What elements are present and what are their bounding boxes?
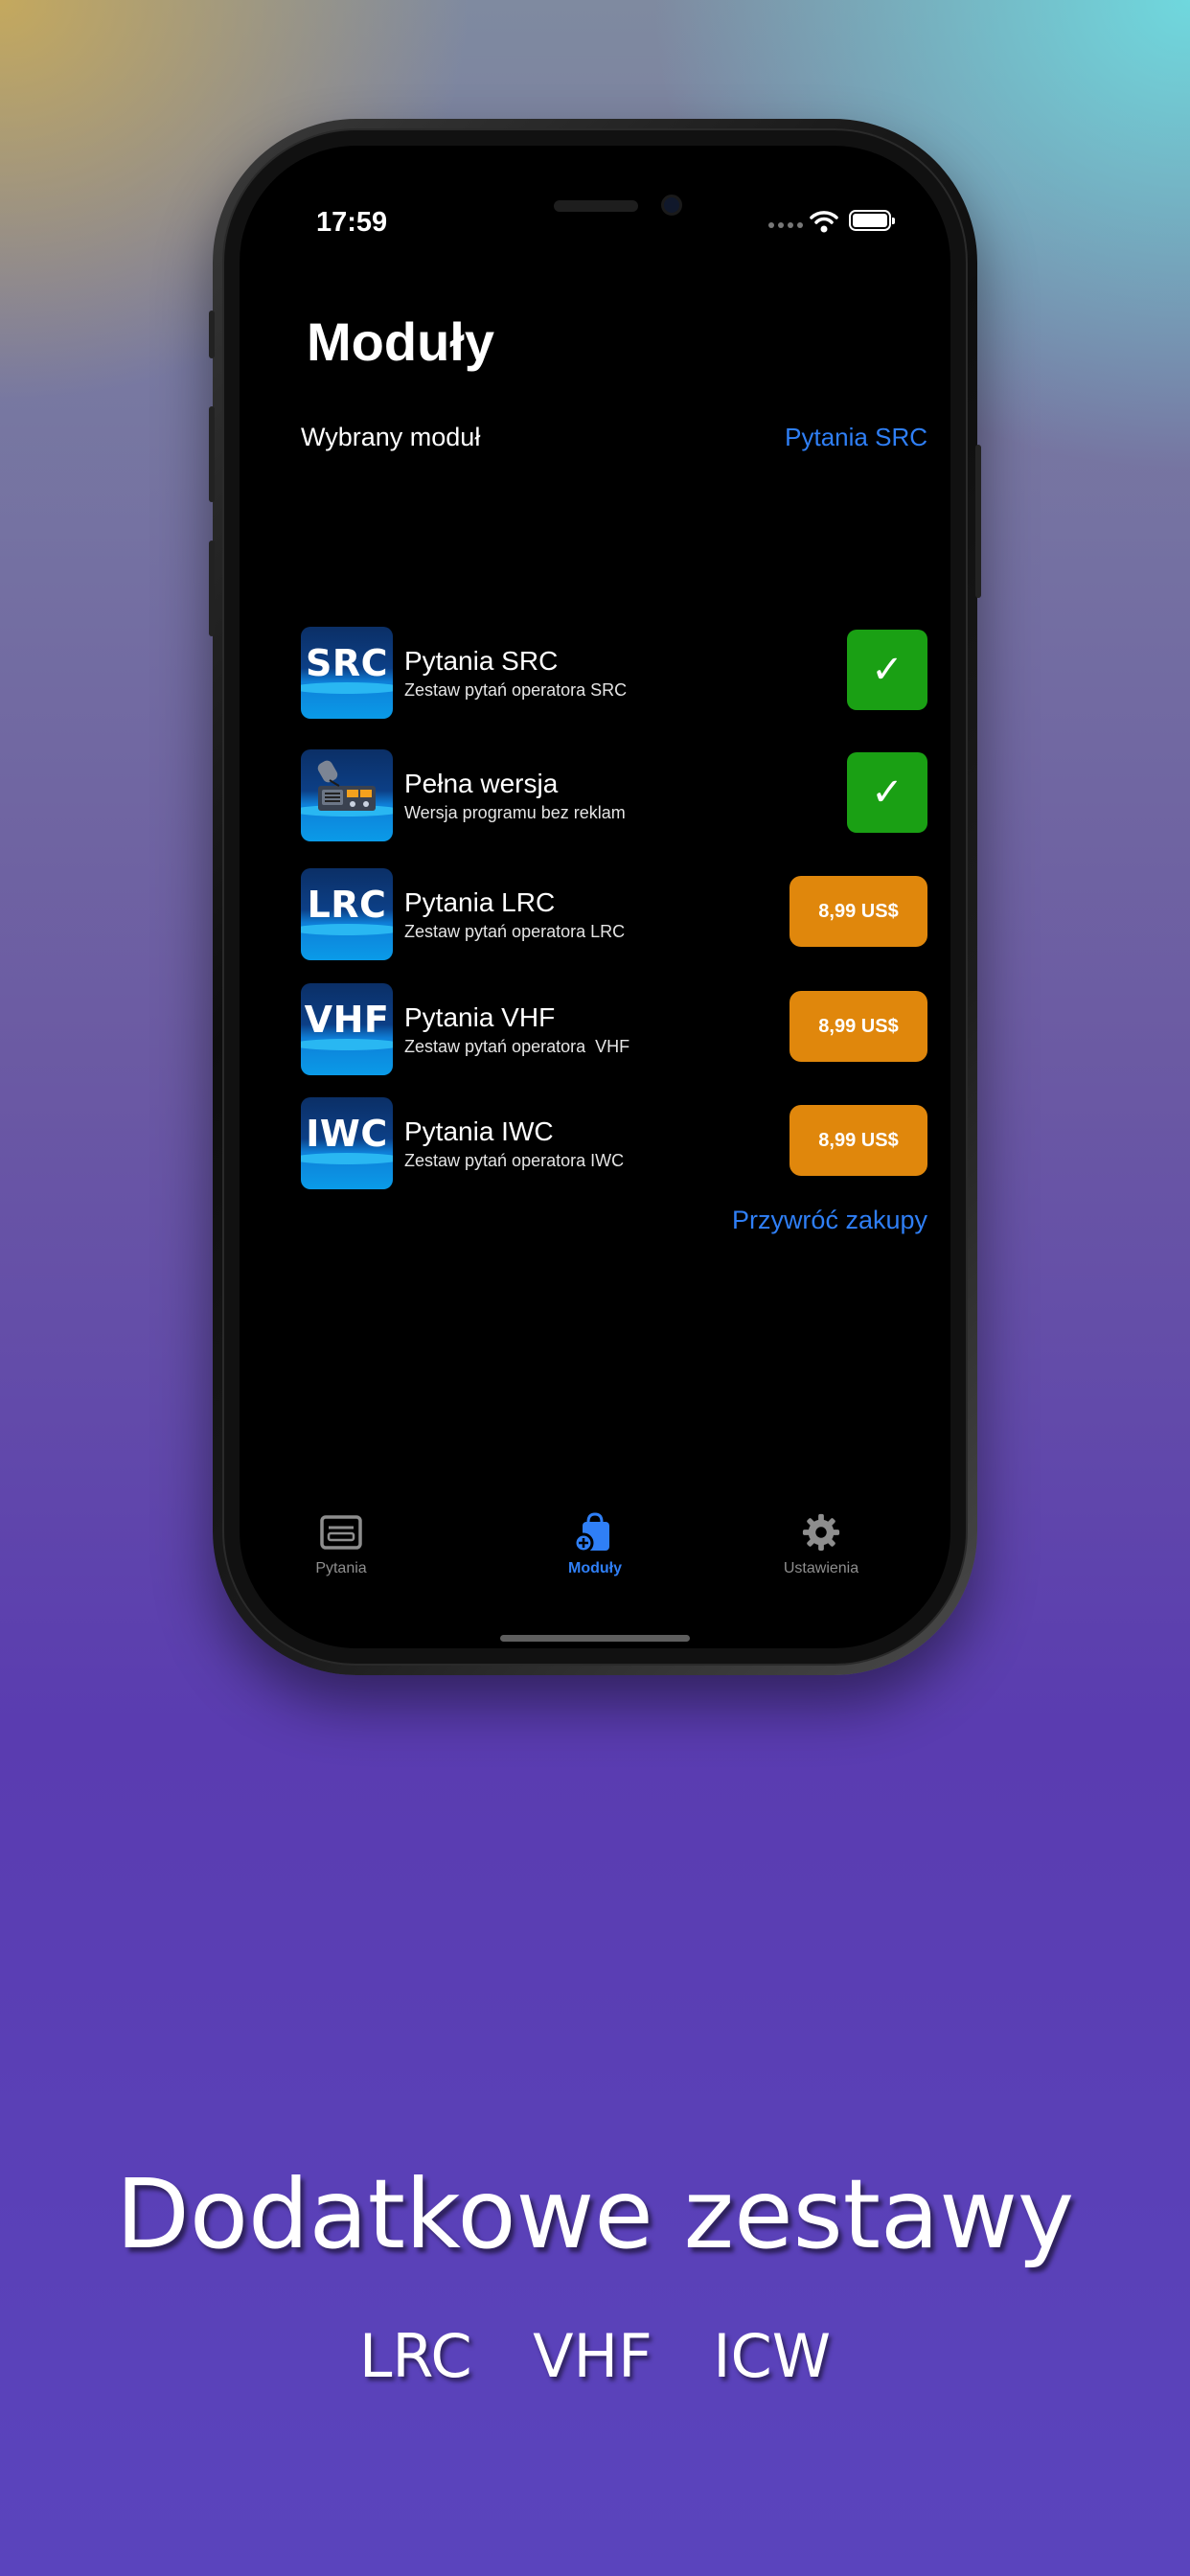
module-title: Pytania SRC [404, 646, 559, 676]
restore-purchases-link[interactable]: Przywróć zakupy [732, 1206, 927, 1235]
front-camera [661, 195, 682, 216]
owned-check-button[interactable]: ✓ [847, 630, 927, 710]
selected-module-label: Wybrany moduł [301, 422, 481, 451]
status-time: 17:59 [316, 207, 388, 238]
module-item-iwc[interactable]: IWC Pytania IWC Zestaw pytań operatora I… [301, 1097, 927, 1189]
power-button [975, 445, 981, 598]
home-indicator [500, 1635, 690, 1642]
selected-module-value[interactable]: Pytania SRC [785, 423, 927, 452]
module-title: Pełna wersja [404, 769, 559, 798]
battery-icon [849, 210, 895, 231]
radio-icon [301, 749, 393, 841]
earpiece-speaker [554, 200, 638, 212]
questions-card-icon [320, 1515, 362, 1550]
silent-switch [209, 310, 215, 358]
volume-down-button [209, 540, 215, 636]
buy-price-button[interactable]: 8,99 US$ [790, 876, 927, 947]
module-title: Pytania IWC [404, 1116, 554, 1146]
module-subtitle: Zestaw pytań operatora SRC [404, 680, 628, 700]
wifi-icon [810, 211, 838, 233]
module-subtitle: Zestaw pytań operatora IWC [404, 1151, 625, 1170]
src-module-icon: SRC [301, 627, 393, 719]
lrc-module-icon: LRC [301, 868, 393, 960]
app-screen: 17:59 Moduły Wybrany moduł Pytania SRC S… [240, 146, 950, 1648]
module-item-vhf[interactable]: VHF Pytania VHF Zestaw pytań operatora V… [301, 983, 927, 1075]
module-subtitle: Zestaw pytań operatora LRC [404, 922, 626, 941]
module-subtitle: Zestaw pytań operatora VHF [404, 1037, 630, 1056]
buy-price-button[interactable]: 8,99 US$ [790, 1105, 927, 1176]
tab-pytania[interactable]: Pytania [255, 1512, 427, 1577]
module-item-lrc[interactable]: LRC Pytania LRC Zestaw pytań operatora L… [301, 868, 927, 960]
module-title: Pytania VHF [404, 1002, 556, 1032]
buy-price-button[interactable]: 8,99 US$ [790, 991, 927, 1062]
tab-label: Pytania [315, 1560, 367, 1576]
page-title: Moduły [307, 311, 494, 372]
volume-up-button [209, 406, 215, 502]
marketing-subline: LRC VHF ICW [358, 2321, 832, 2391]
selected-module-row: Wybrany moduł Pytania SRC [301, 416, 927, 458]
module-subtitle: Wersja programu bez reklam [404, 803, 626, 822]
phone-frame: 17:59 Moduły Wybrany moduł Pytania SRC S… [209, 119, 981, 1675]
vhf-module-icon: VHF [301, 983, 393, 1075]
tab-moduly[interactable]: Moduły [509, 1512, 681, 1577]
module-item-full-version[interactable]: Pełna wersja Wersja programu bez reklam … [301, 749, 927, 841]
tab-label: Ustawienia [783, 1560, 859, 1576]
iwc-module-icon: IWC [301, 1097, 393, 1189]
module-title: Pytania LRC [404, 887, 556, 917]
cellular-signal-icon [768, 222, 803, 228]
module-item-src[interactable]: SRC Pytania SRC Zestaw pytań operatora S… [301, 627, 927, 719]
gear-icon [802, 1513, 840, 1552]
tab-ustawienia[interactable]: Ustawienia [735, 1512, 907, 1577]
shopping-bag-add-icon [573, 1512, 609, 1552]
owned-check-button[interactable]: ✓ [847, 752, 927, 833]
tab-label: Moduły [568, 1560, 622, 1576]
marketing-headline: Dodatkowe zestawy [115, 2158, 1075, 2270]
